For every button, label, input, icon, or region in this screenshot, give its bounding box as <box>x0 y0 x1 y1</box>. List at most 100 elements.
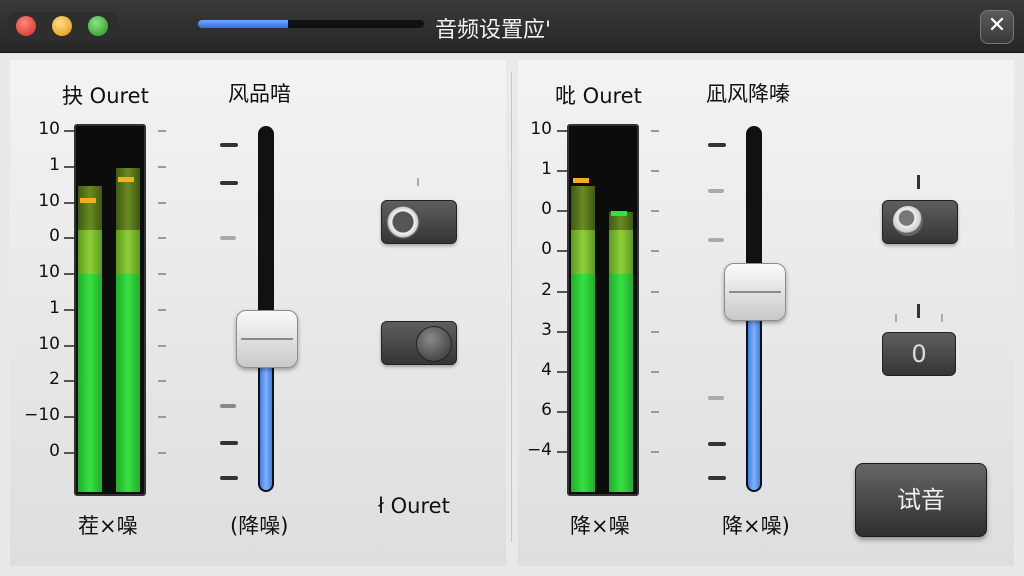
left-scale-tick <box>64 201 74 204</box>
right-scale-tick <box>557 170 567 173</box>
right-scale-tick <box>557 451 567 453</box>
left-scale-label: 10 <box>38 119 60 139</box>
left-scale-label: −10 <box>24 405 60 426</box>
left-fader-tick <box>220 404 236 408</box>
left-fader-tick <box>220 476 238 480</box>
right-scale-tick <box>557 130 567 132</box>
left-peak-indicator-b <box>118 177 134 182</box>
right-scale-tick <box>557 210 567 213</box>
left-scale-tick <box>64 416 74 419</box>
right-scale-label: 10 <box>530 119 552 139</box>
value-marker <box>917 304 920 318</box>
right-meter-segment <box>571 229 595 274</box>
left-scale-label: 2 <box>49 369 60 390</box>
right-scale-dash <box>651 210 659 213</box>
left-scale-label: 1 <box>49 297 60 318</box>
left-scale-tick <box>64 380 74 383</box>
left-scale-label: 10 <box>38 333 60 354</box>
close-button[interactable]: ✕ <box>980 10 1014 44</box>
left-fader-tick <box>220 236 236 240</box>
left-scale-dash <box>158 452 166 454</box>
right-peak-indicator-b <box>611 211 627 216</box>
left-scale-dash <box>158 380 166 383</box>
right-scale-dash <box>651 410 659 413</box>
left-toggle-top[interactable] <box>381 200 457 244</box>
title-progress-fill <box>198 20 289 28</box>
toggle-knob <box>416 326 452 362</box>
left-scale-tick <box>64 237 74 240</box>
left-scale-dash <box>158 308 166 311</box>
right-scale-label: 3 <box>541 319 552 340</box>
left-meter-segment <box>78 229 102 274</box>
left-scale-dash <box>158 344 166 347</box>
knob-marker <box>917 175 920 189</box>
left-meter-channel-b <box>116 168 140 492</box>
right-scale-label: 0 <box>541 239 552 260</box>
right-meter-segment <box>571 273 595 492</box>
right-scale-dash <box>651 370 659 373</box>
left-scale-label: 10 <box>38 190 60 211</box>
right-scale-label: 6 <box>541 399 552 420</box>
left-scale-dash <box>158 201 166 204</box>
spiral-knob-icon <box>893 206 923 236</box>
test-sound-button[interactable]: 试音 <box>855 463 987 537</box>
right-meter-channel-a <box>571 186 595 492</box>
right-scale-label: −4 <box>526 440 552 460</box>
right-scale-dash <box>651 451 659 453</box>
right-scale-dash <box>651 130 659 132</box>
right-meter-segment <box>571 186 595 230</box>
right-scale-tick <box>557 410 567 413</box>
title-bar: 音频设置应' ✕ <box>0 0 1024 53</box>
window-title: 音频设置应' <box>435 18 552 43</box>
close-window-dot[interactable] <box>16 16 36 36</box>
right-fader-caption: 降×噪) <box>722 514 790 538</box>
right-scale-dash <box>651 250 659 253</box>
left-scale-tick <box>64 165 74 168</box>
right-fader-tick <box>708 476 726 480</box>
left-meter-caption: 茬×噪 <box>78 514 138 538</box>
right-toggle-knob[interactable] <box>882 200 958 244</box>
left-scale-dash <box>158 237 166 240</box>
left-scale-dash <box>158 130 166 132</box>
right-scale-label: 1 <box>541 159 552 180</box>
left-scale-label: 0 <box>49 226 60 247</box>
right-fader-knob[interactable] <box>724 262 786 321</box>
minimize-window-dot[interactable] <box>52 16 72 36</box>
panel-divider <box>511 72 512 542</box>
left-peak-indicator-a <box>80 198 96 203</box>
right-scale-dash <box>651 330 659 333</box>
value-marker-small <box>941 314 943 322</box>
value-display[interactable]: 0 <box>882 332 956 376</box>
right-scale-tick <box>557 370 567 373</box>
left-fader-knob[interactable] <box>236 310 298 369</box>
right-meter-channel-b <box>609 212 633 492</box>
left-scale-dash <box>158 165 166 168</box>
right-fader-tick <box>708 442 726 446</box>
right-fader-tick <box>708 396 724 400</box>
right-scale-tick <box>557 330 567 333</box>
left-meter-segment <box>116 273 140 492</box>
zoom-window-dot[interactable] <box>88 16 108 36</box>
left-fader-label: 风品喑 <box>228 82 291 106</box>
value-marker-small <box>895 314 897 322</box>
right-scale-tick <box>557 290 567 293</box>
left-fader-tick <box>220 441 238 445</box>
right-scale-label: 0 <box>541 199 552 220</box>
left-fader-track[interactable] <box>258 126 274 492</box>
left-scale-label: 0 <box>49 441 60 461</box>
left-fader-tick <box>220 143 238 147</box>
left-scale-tick <box>64 344 74 347</box>
right-fader-fill <box>748 292 760 490</box>
audio-settings-window: 音频设置应' ✕ 抉 Ouret 风品喑 10 1 10 0 10 1 10 2 −10 0 茬×… <box>0 0 1024 576</box>
left-meter-segment <box>78 273 102 492</box>
left-meter-segment <box>78 186 102 230</box>
right-meter-label: 吡 Ouret <box>555 84 642 108</box>
left-level-meter <box>74 124 146 496</box>
right-scale-label: 4 <box>541 359 552 380</box>
left-toggle-bottom[interactable] <box>381 321 457 365</box>
left-scale-label: 10 <box>38 262 60 283</box>
left-fader-caption: (降噪) <box>230 514 289 538</box>
left-scale-tick <box>64 130 74 132</box>
right-fader-tick <box>708 238 724 242</box>
right-meter-caption: 降×噪 <box>570 514 630 538</box>
